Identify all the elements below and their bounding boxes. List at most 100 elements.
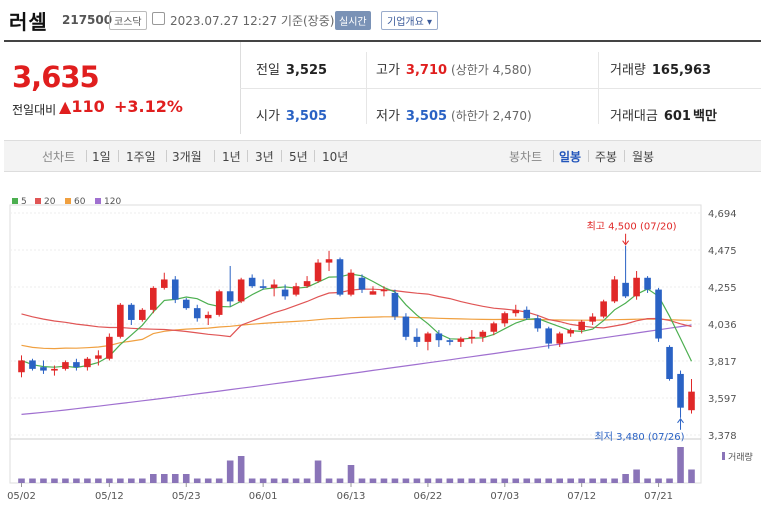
volume-bar [336, 478, 344, 483]
candle-body [84, 358, 91, 368]
y-tick-label: 3,817 [708, 357, 737, 368]
tab-daily[interactable]: 일봉 [559, 148, 581, 165]
current-price: 3,635 [12, 60, 100, 94]
stat-unit: 백만 [692, 109, 717, 124]
candle-body [545, 328, 553, 344]
tab-separator [247, 150, 248, 162]
tab-separator [281, 150, 282, 162]
candle-body [567, 330, 574, 334]
tab-period-1y[interactable]: 1년 [222, 148, 241, 165]
volume-bar [325, 478, 333, 483]
volume-bar [578, 478, 585, 483]
tab-separator [553, 150, 554, 162]
volume-bar [259, 478, 267, 483]
candle-body [655, 289, 662, 339]
x-tick-label: 06/22 [413, 491, 442, 502]
candle-body [622, 282, 629, 297]
low-annotation: 최저 3,480 (07/26) [595, 431, 685, 443]
candle-body [446, 340, 454, 342]
up-arrow-icon: ▲ [59, 97, 72, 116]
candle-chart-label: 봉차트 [509, 150, 543, 164]
x-tick-label: 07/21 [644, 491, 673, 502]
tab-separator [214, 150, 215, 162]
volume-bar [281, 478, 289, 483]
candle-body [556, 333, 563, 344]
stat-low: 저가 3,505 (하한가 2,470) [376, 105, 532, 124]
volume-bar [611, 478, 618, 483]
volume-bar [18, 478, 25, 483]
stock-code: 217500 [62, 13, 113, 27]
volume-bar [424, 478, 432, 483]
company-info-label: 기업개요 [387, 17, 424, 28]
price-change: ▲110 [59, 97, 105, 116]
stock-name: 러셀 [9, 10, 48, 34]
tab-period-3y[interactable]: 3년 [255, 148, 274, 165]
candle-body [468, 336, 476, 339]
stat-value: 3,525 [285, 63, 328, 78]
volume-bar [402, 478, 410, 483]
tab-period-10y[interactable]: 10년 [322, 148, 348, 165]
volume-bar [688, 469, 695, 483]
y-tick-label: 4,255 [708, 283, 737, 294]
tab-separator [314, 150, 315, 162]
candle-body [424, 333, 432, 342]
x-tick-label: 05/23 [172, 491, 201, 502]
tab-period-3m[interactable]: 3개월 [172, 148, 202, 165]
stat-label: 시가 [256, 109, 280, 124]
candle-body [139, 309, 146, 320]
volume-bar [226, 460, 234, 483]
tab-period-1w[interactable]: 1주일 [126, 148, 156, 165]
volume-bar [314, 460, 322, 483]
y-tick-label: 3,597 [708, 394, 737, 405]
volume-bar [501, 478, 509, 483]
volume-bar [51, 478, 58, 483]
volume-bar [655, 478, 662, 483]
stat-sub: (하한가 2,470) [451, 109, 532, 123]
volume-bar [303, 478, 311, 483]
volume-bar [73, 478, 80, 483]
candle-body [248, 277, 256, 287]
candle-body [347, 272, 355, 295]
legend-swatch [12, 198, 18, 204]
volume-bar [457, 478, 465, 483]
volume-bar [523, 478, 531, 483]
volume-bar [106, 478, 113, 483]
tab-monthly[interactable]: 월봉 [632, 148, 654, 165]
header: 러셀 217500 코스닥 2023.07.27 12:27 기준(장중) 실시… [0, 0, 761, 40]
stats-col-divider [366, 52, 367, 124]
stat-label: 거래량 [610, 63, 646, 78]
candle-body [325, 259, 333, 263]
candle-body [523, 309, 531, 319]
compare-label: 전일대비 [12, 103, 57, 117]
volume-bar [391, 478, 399, 483]
ma120-line [21, 324, 692, 415]
volume-bar [589, 478, 596, 483]
candle-body [18, 360, 25, 373]
candle-body [128, 304, 135, 320]
candle-body [62, 362, 69, 369]
volume-bar [556, 478, 563, 483]
volume-bar [512, 478, 520, 483]
tab-period-1d[interactable]: 1일 [92, 148, 111, 165]
stat-label: 거래대금 [610, 109, 658, 124]
tab-period-5y[interactable]: 5년 [289, 148, 308, 165]
volume-bar [270, 478, 278, 483]
realtime-badge[interactable]: 실시간 [335, 11, 371, 30]
stat-amount: 거래대금 601 백만 [610, 105, 717, 124]
candle-body [95, 355, 102, 359]
tab-weekly[interactable]: 주봉 [595, 148, 617, 165]
volume-bar [62, 478, 69, 483]
candle-body [611, 279, 618, 302]
stat-value: 3,710 [405, 63, 448, 78]
x-tick-label: 07/12 [567, 491, 596, 502]
company-info-button[interactable]: 기업개요 ▾ [381, 11, 439, 30]
change-percent: +3.12% [114, 97, 183, 116]
stats-divider [240, 88, 761, 89]
candle-body [644, 277, 651, 290]
chart-tabs: 선차트 1일 1주일 3개월 1년 3년 5년 10년 봉차트 일봉 주봉 월봉 [4, 140, 761, 172]
candle-body [391, 292, 399, 317]
volume-bar [446, 478, 454, 483]
stat-prev: 전일 3,525 [256, 59, 327, 78]
tab-separator [118, 150, 119, 162]
stat-label: 저가 [376, 109, 400, 124]
